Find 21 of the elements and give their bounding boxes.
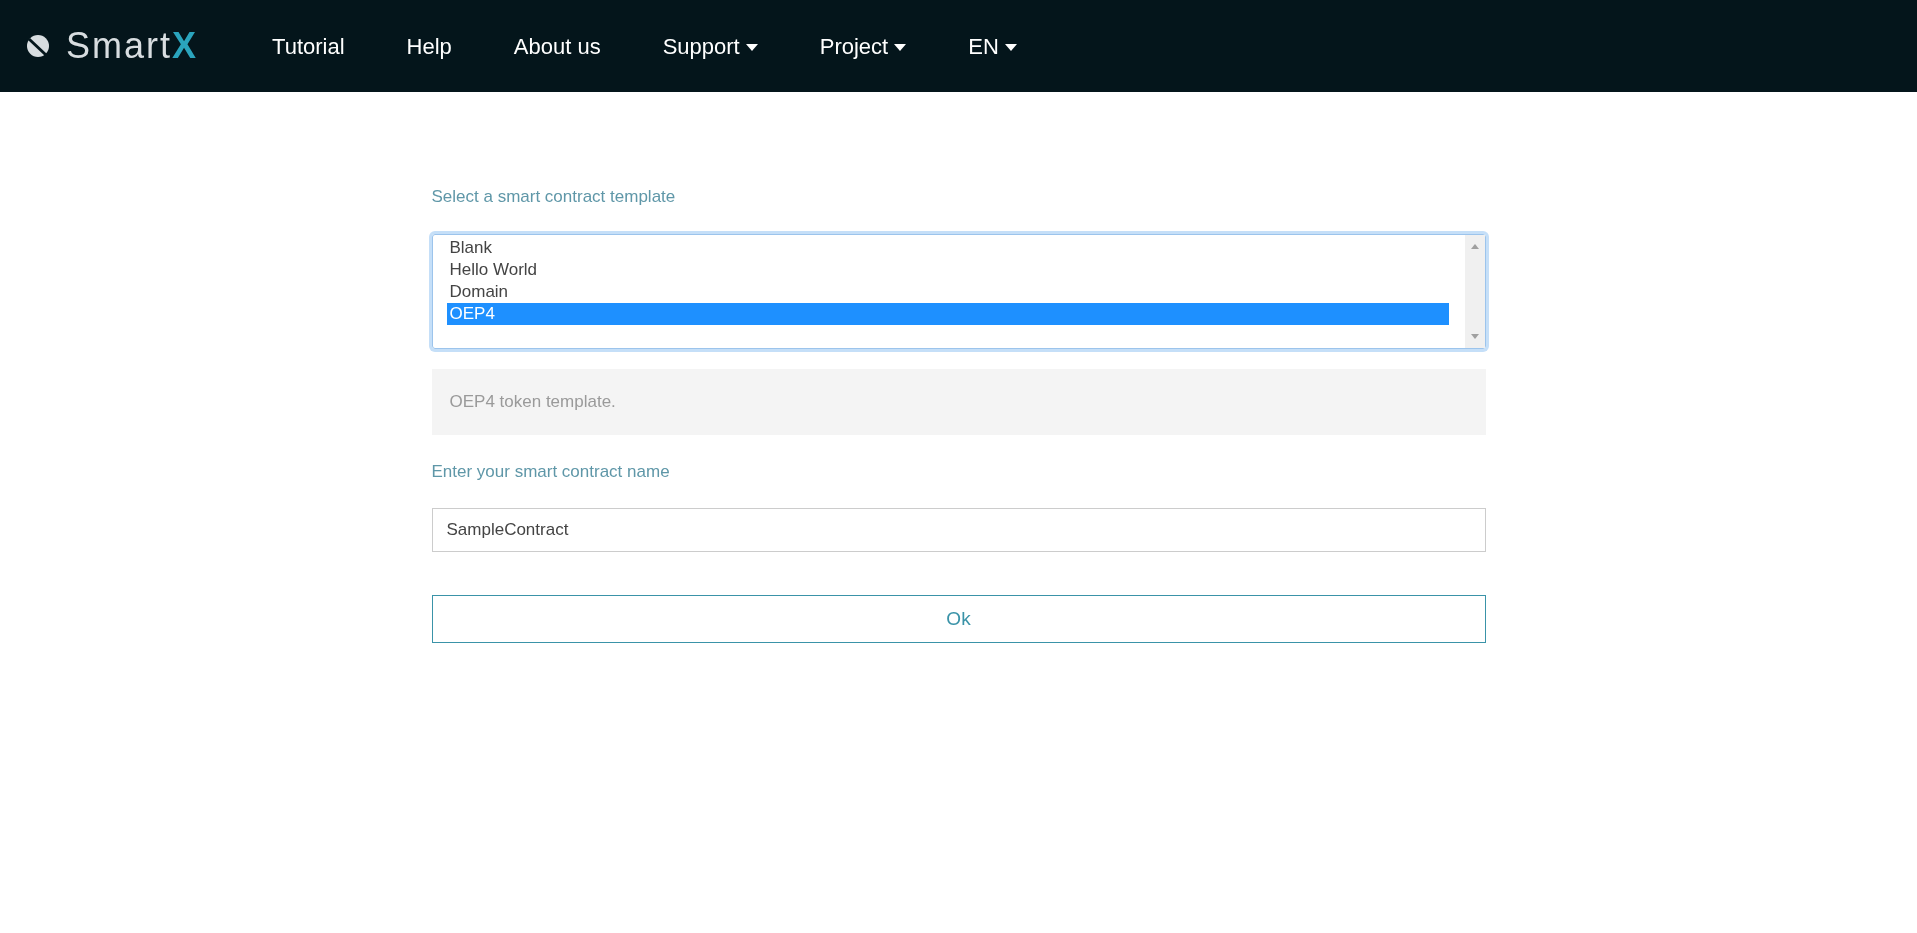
dropdown-menu-link[interactable]: EN xyxy=(968,29,1017,63)
template-listbox[interactable]: Blank Hello World Domain OEP4 xyxy=(431,233,1486,349)
caret-icon xyxy=(1004,44,1017,52)
list-option[interactable]: Blank xyxy=(446,236,1449,259)
scrollbar[interactable] xyxy=(1464,234,1485,348)
leaf-logo-icon xyxy=(26,34,50,58)
caret-icon xyxy=(894,44,907,52)
ok-button[interactable]: Ok xyxy=(431,595,1486,643)
contract-name-field[interactable]: SampleContract xyxy=(431,508,1486,552)
brand-logo[interactable]: SmartX xyxy=(26,28,199,64)
field-label: Enter your smart contract name xyxy=(431,460,671,483)
dropdown-menu-link[interactable]: Project xyxy=(819,29,907,63)
dropdown-menu-link[interactable]: Support xyxy=(662,29,758,63)
template-description: OEP4 token template. xyxy=(431,368,1486,435)
nav-link[interactable]: About us xyxy=(513,29,601,63)
caret-icon xyxy=(745,44,758,52)
nav-link[interactable]: Help xyxy=(406,29,452,63)
nav-link[interactable]: Tutorial xyxy=(272,29,345,63)
field-label: Select a smart contract template xyxy=(431,186,677,208)
list-option[interactable]: Hello World xyxy=(446,258,1449,281)
list-option[interactable]: Domain xyxy=(446,280,1449,303)
